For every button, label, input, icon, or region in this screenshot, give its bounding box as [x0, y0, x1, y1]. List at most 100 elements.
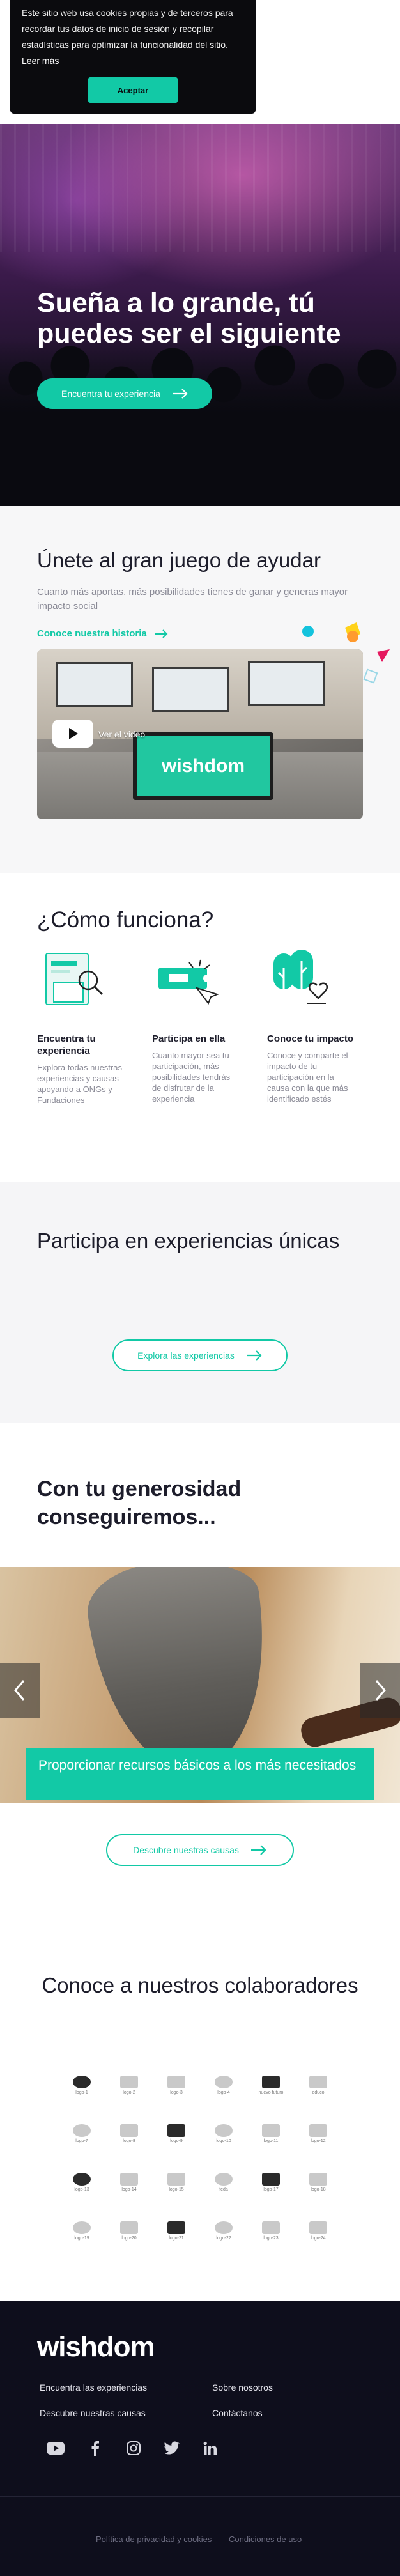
find-experience-label: Encuentra tu experiencia: [61, 389, 160, 399]
chevron-left-icon: [14, 1680, 25, 1701]
footer-link-experiences[interactable]: Encuentra las experiencias: [40, 2382, 147, 2393]
discover-causes-label: Descubre nuestras causas: [133, 1845, 239, 1855]
logo-mark-icon: [215, 2076, 233, 2088]
footer-logo[interactable]: wishdom: [37, 2331, 155, 2363]
step-text: Conoce y comparte el impacto de tu parti…: [267, 1051, 348, 1104]
logo-label: logo-4: [217, 2090, 230, 2095]
collaborator-logo: logo-4: [206, 2076, 242, 2099]
collaborator-logo: logo-19: [64, 2221, 100, 2244]
terms-of-use-link[interactable]: Condiciones de uso: [229, 2534, 302, 2544]
collaborator-logo: nuevo futuro: [253, 2076, 289, 2099]
logo-mark-icon: [262, 2221, 280, 2234]
slide-caption: Proporcionar recursos básicos a los más …: [26, 1748, 374, 1800]
monitor-image: [152, 667, 229, 712]
logo-mark-icon: [262, 2076, 280, 2088]
logo-mark-icon: [262, 2173, 280, 2186]
logo-mark-icon: [120, 2076, 138, 2088]
collaborators-title: Conoce a nuestros colaboradores: [42, 1973, 358, 1997]
logo-mark-icon: [215, 2221, 233, 2234]
step-impact: Conoce tu impacto Conoce y comparte el i…: [267, 950, 357, 1104]
accept-cookies-button[interactable]: Aceptar: [88, 77, 178, 103]
collaborator-logo: logo-23: [253, 2221, 289, 2244]
cookie-read-more-link[interactable]: Leer más: [22, 56, 59, 66]
our-story-link[interactable]: Conoce nuestra historia: [37, 628, 169, 639]
join-lead: Cuanto más aportas, más posibilidades ti…: [37, 587, 348, 612]
collaborator-logo: logo-2: [111, 2076, 147, 2099]
collaborator-logo: logo-21: [158, 2221, 194, 2244]
discover-causes-button[interactable]: Descubre nuestras causas: [106, 1834, 294, 1866]
crowd-silhouette: [0, 340, 400, 506]
collaborator-logo: logo-1: [64, 2076, 100, 2099]
generosity-title: Con tu generosidad conseguiremos...: [37, 1477, 242, 1529]
play-button[interactable]: [52, 720, 93, 748]
logo-label: logo-21: [169, 2236, 184, 2241]
video-player[interactable]: wishdom Ver el video: [37, 649, 363, 819]
logo-mark-icon: [309, 2076, 327, 2088]
privacy-policy-link[interactable]: Política de privacidad y cookies: [96, 2534, 212, 2544]
logo-label: logo-17: [263, 2187, 279, 2192]
step-text: Cuanto mayor sea tu participación, más p…: [152, 1051, 231, 1104]
logo-mark-icon: [73, 2173, 91, 2186]
step-participate: Participa en ella Cuanto mayor sea tu pa…: [152, 959, 242, 1104]
logo-label: logo-10: [216, 2139, 231, 2143]
collaborator-logo: logo-8: [111, 2124, 147, 2147]
join-title: Únete al gran juego de ayudar: [37, 548, 321, 572]
cookie-message: Este sitio web usa cookies propias y de …: [22, 8, 233, 50]
logo-mark-icon: [167, 2221, 185, 2234]
ticket-click-icon: [158, 959, 219, 1005]
youtube-icon[interactable]: [46, 2439, 65, 2458]
logo-mark-icon: [120, 2173, 138, 2186]
logo-label: educo: [312, 2090, 325, 2095]
video-brand: wishdom: [133, 732, 273, 800]
logo-mark-icon: [215, 2173, 233, 2186]
join-section: Únete al gran juego de ayudar Cuanto más…: [0, 506, 400, 873]
play-icon: [69, 728, 78, 739]
explore-experiences-button[interactable]: Explora las experiencias: [112, 1339, 288, 1371]
footer: wishdom Encuentra las experiencias Sobre…: [0, 2301, 400, 2576]
stage-lights: [0, 124, 400, 252]
footer-divider: [0, 2496, 400, 2497]
collaborator-logo: logo-10: [206, 2124, 242, 2147]
generosity-section: Con tu generosidad conseguiremos... Prop…: [0, 1435, 400, 1915]
collaborator-logo: logo-17: [253, 2173, 289, 2196]
footer-link-about[interactable]: Sobre nosotros: [212, 2382, 273, 2393]
logo-label: logo-2: [123, 2090, 135, 2095]
logo-label: feda: [219, 2187, 228, 2192]
carousel-next-button[interactable]: [360, 1663, 400, 1718]
footer-link-contact[interactable]: Contáctanos: [212, 2408, 263, 2418]
twitter-icon[interactable]: [162, 2439, 181, 2458]
find-experience-button[interactable]: Encuentra tu experiencia: [37, 378, 212, 409]
hero-title: Sueña a lo grande, tú puedes ser el sigu…: [37, 288, 341, 349]
collaborator-logo: educo: [300, 2076, 336, 2099]
step-text: Explora todas nuestras experiencias y ca…: [37, 1063, 122, 1105]
collaborator-logo: logo-3: [158, 2076, 194, 2099]
collaborator-logo: logo-13: [64, 2173, 100, 2196]
logo-label: logo-20: [121, 2236, 137, 2241]
step-find: Encuentra tu experiencia Explora todas n…: [37, 953, 127, 1106]
footer-link-causes[interactable]: Descubre nuestras causas: [40, 2408, 146, 2418]
logo-label: logo-24: [311, 2236, 326, 2241]
facebook-icon[interactable]: [86, 2439, 105, 2458]
collaborator-logo: logo-7: [64, 2124, 100, 2147]
logo-mark-icon: [120, 2124, 138, 2137]
cookie-banner: Este sitio web usa cookies propias y de …: [10, 0, 256, 114]
logo-mark-icon: [309, 2173, 327, 2186]
how-it-works-section: ¿Cómo funciona? Encuentra tu experiencia…: [0, 892, 400, 1169]
logo-label: logo-18: [311, 2187, 326, 2192]
logo-mark-icon: [73, 2221, 91, 2234]
logo-label: logo-19: [74, 2236, 89, 2241]
logo-mark-icon: [73, 2124, 91, 2137]
chevron-right-icon: [375, 1680, 386, 1701]
instagram-icon[interactable]: [124, 2439, 143, 2458]
carousel-prev-button[interactable]: [0, 1663, 40, 1718]
causes-carousel: Proporcionar recursos básicos a los más …: [0, 1567, 400, 1803]
linkedin-icon[interactable]: [201, 2439, 220, 2458]
browse-illustration-icon: [45, 953, 104, 1005]
video-label: Ver el video: [98, 729, 146, 739]
logo-label: logo-15: [169, 2187, 184, 2192]
logo-mark-icon: [167, 2173, 185, 2186]
collaborator-logo: logo-24: [300, 2221, 336, 2244]
arrow-right-icon: [155, 629, 168, 638]
collaborator-logo: logo-18: [300, 2173, 336, 2196]
collaborators-section: Conoce a nuestros colaboradores logo-1 lo…: [0, 1915, 400, 2301]
